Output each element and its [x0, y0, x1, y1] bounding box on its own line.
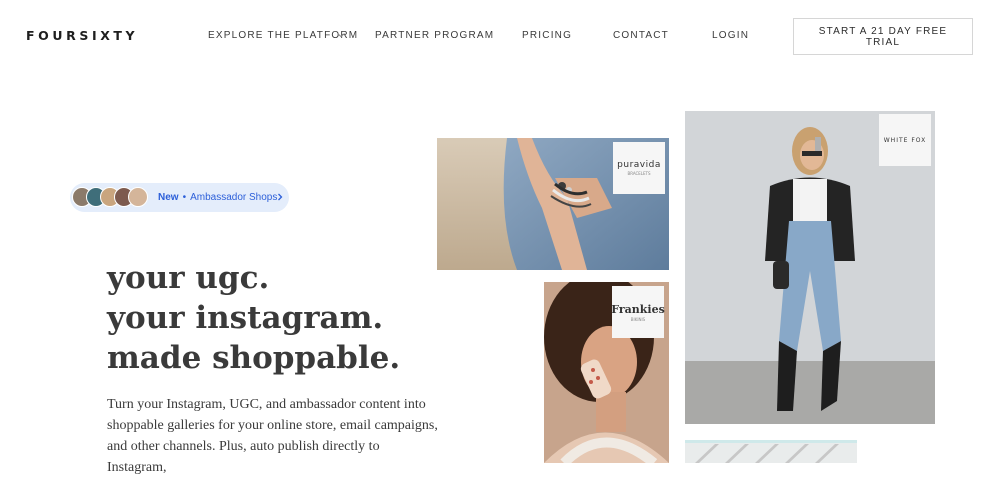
frankies-logo-text: Frankies: [611, 302, 665, 316]
hero-description: Turn your Instagram, UGC, and ambassador…: [107, 397, 438, 475]
interior-photo: [685, 440, 857, 463]
new-badge: New: [158, 192, 179, 203]
top-navigation: FOURSIXTY EXPLORE THE PLATFORM PARTNER P…: [0, 0, 1000, 72]
headline-line: made shoppable.: [107, 340, 401, 376]
frankies-logo-subtext: BIKINIS: [630, 316, 646, 322]
gallery-image-whitefox[interactable]: WHITE FOX: [685, 111, 935, 424]
whitefox-brand-badge: WHITE FOX: [879, 114, 931, 166]
headline-line: your instagram.: [107, 300, 384, 336]
gallery-image-bracelets[interactable]: puravida BRACELETS: [437, 138, 669, 270]
frankies-brand-badge: Frankies BIKINIS: [611, 286, 665, 338]
chevron-right-icon: [278, 193, 283, 201]
nav-pricing[interactable]: PRICING: [522, 30, 572, 41]
start-free-trial-button[interactable]: START A 21 DAY FREE TRIAL: [793, 18, 973, 55]
puravida-logo-subtext: BRACELETS: [627, 171, 651, 176]
announcement-label: Ambassador Shops: [190, 192, 278, 203]
headline-line: your ugc.: [107, 260, 270, 296]
announcement-text: New • Ambassador Shops: [158, 192, 277, 203]
chevron-down-icon[interactable]: [336, 30, 346, 40]
ambassador-shops-announcement[interactable]: New • Ambassador Shops: [70, 183, 289, 212]
nav-partner-program[interactable]: PARTNER PROGRAM: [375, 30, 494, 41]
puravida-brand-badge: puravida BRACELETS: [613, 142, 665, 194]
nav-login[interactable]: LOGIN: [712, 30, 749, 41]
gallery-image-interior[interactable]: [685, 440, 857, 463]
foursixty-logo[interactable]: FOURSIXTY: [26, 28, 138, 43]
avatar: [128, 187, 148, 207]
separator-dot: •: [182, 192, 187, 203]
puravida-logo-text: puravida: [617, 160, 661, 170]
whitefox-logo-text: WHITE FOX: [883, 136, 927, 144]
hero-headline: your ugc. your instagram. made shoppable…: [107, 258, 400, 378]
nav-contact[interactable]: CONTACT: [613, 30, 669, 41]
gallery-image-frankies[interactable]: Frankies BIKINIS: [544, 282, 669, 463]
